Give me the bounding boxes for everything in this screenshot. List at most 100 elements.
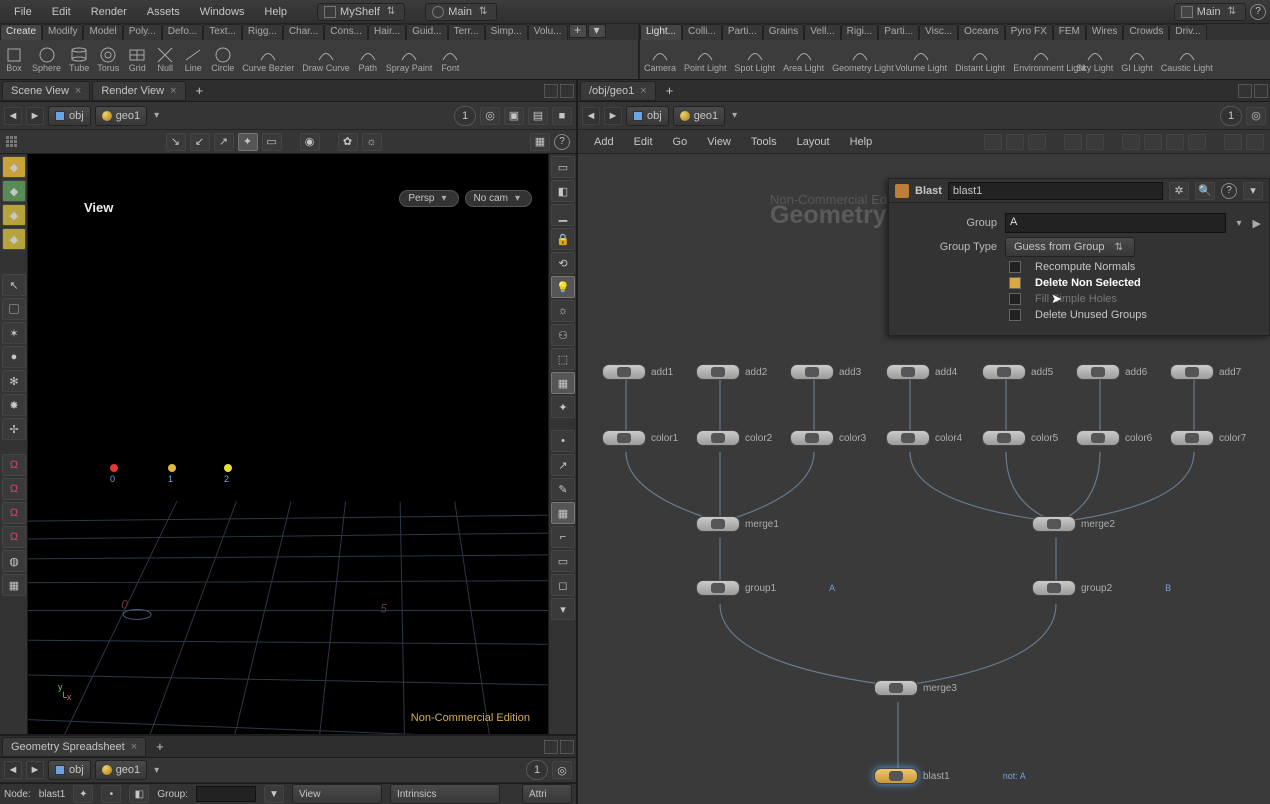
nav-forward-button[interactable]: ►: [26, 761, 44, 779]
muscle-tool[interactable]: ✻: [2, 370, 26, 392]
node-merge3[interactable]: merge3: [874, 680, 957, 696]
disp-hidden-button[interactable]: ◧: [551, 180, 575, 202]
tool-line[interactable]: Line: [179, 43, 207, 75]
link-icon[interactable]: ◎: [480, 107, 500, 125]
tool-spray-paint[interactable]: Spray Paint: [382, 43, 437, 75]
node-add4[interactable]: add4: [886, 364, 957, 380]
tool-curve-bezier[interactable]: Curve Bezier: [238, 43, 298, 75]
viewport-point-0[interactable]: [110, 464, 118, 472]
node-color1[interactable]: color1: [602, 430, 678, 446]
shelf-tab-cons[interactable]: Cons...: [324, 24, 368, 40]
nav-forward-button[interactable]: ►: [604, 107, 622, 125]
shelf-menu-button[interactable]: ▾: [588, 24, 606, 38]
select-object-tool[interactable]: ◆: [2, 156, 26, 178]
netmenu-go[interactable]: Go: [663, 133, 698, 151]
status-ico3[interactable]: ◧: [129, 785, 149, 803]
disp-cam-button[interactable]: ⌐: [551, 526, 575, 548]
menu-assets[interactable]: Assets: [137, 3, 190, 21]
tool-draw-curve[interactable]: Draw Curve: [298, 43, 354, 75]
shelf-add-button[interactable]: +: [569, 24, 587, 38]
shelf-tab-modify[interactable]: Modify: [42, 24, 83, 40]
tree-icon[interactable]: [1006, 134, 1024, 150]
checkbox-delete-non-selected[interactable]: [1009, 277, 1021, 289]
menu-icon[interactable]: ▾: [1243, 182, 1263, 200]
network-view[interactable]: Non-Commercial Edition Geometry add1a: [578, 154, 1270, 804]
gear-icon[interactable]: ✲: [1169, 182, 1189, 200]
shelf-tab-pyrofx[interactable]: Pyro FX: [1005, 24, 1053, 40]
add-tab-button[interactable]: +: [658, 80, 682, 101]
shelf-tab-driv[interactable]: Driv...: [1169, 24, 1206, 40]
disp-opts-button[interactable]: ▾: [551, 598, 575, 620]
intrinsics-dropdown[interactable]: Intrinsics: [390, 784, 500, 804]
note-icon[interactable]: [1144, 134, 1162, 150]
netmenu-edit[interactable]: Edit: [624, 133, 663, 151]
shelf-tab-volu[interactable]: Volu...: [528, 24, 568, 40]
param-grouptype-select[interactable]: Guess from Group ⇅: [1005, 237, 1135, 257]
play-icon[interactable]: ▶: [1253, 217, 1261, 230]
checkbox-fill-simple-holes[interactable]: [1009, 293, 1021, 305]
lock-tool[interactable]: [2, 298, 26, 320]
snap-grid-button[interactable]: ↙: [190, 133, 210, 151]
link-icon[interactable]: ◎: [552, 761, 572, 779]
path-chip-node[interactable]: geo1: [95, 760, 147, 780]
disp-tangent-button[interactable]: ✎: [551, 478, 575, 500]
magnet-z-tool[interactable]: Ω: [2, 502, 26, 524]
snap-multi-button[interactable]: ✦: [238, 133, 258, 151]
burst-tool[interactable]: ✸: [2, 394, 26, 416]
disp-lock-button[interactable]: 🔒: [551, 228, 575, 250]
disp-link-button[interactable]: ⟲: [551, 252, 575, 274]
checkbox-recompute-normals[interactable]: [1009, 261, 1021, 273]
node-color2[interactable]: color2: [696, 430, 772, 446]
grip-handle[interactable]: [6, 136, 17, 147]
pin-toggle[interactable]: 1: [526, 760, 548, 780]
stack-icon[interactable]: [1188, 134, 1206, 150]
attri-dropdown[interactable]: Attri: [522, 784, 572, 804]
tool-camera[interactable]: Camera: [640, 43, 680, 75]
path-chip-node[interactable]: geo1: [673, 106, 725, 126]
view-mode-button[interactable]: ▭: [262, 133, 282, 151]
disp-vis-button[interactable]: ✦: [551, 396, 575, 418]
node-group1[interactable]: group1A: [696, 580, 835, 596]
tool-spot-light[interactable]: Spot Light: [731, 43, 780, 75]
render-settings-button[interactable]: ☼: [362, 133, 382, 151]
close-icon[interactable]: ×: [640, 85, 646, 97]
tool-sphere[interactable]: Sphere: [28, 43, 65, 75]
close-icon[interactable]: ×: [131, 741, 137, 753]
menu-edit[interactable]: Edit: [42, 3, 81, 21]
grid-large-icon[interactable]: [1086, 134, 1104, 150]
sticky-icon[interactable]: [1122, 134, 1140, 150]
chevron-down-icon[interactable]: ▾: [151, 110, 162, 121]
shelf-tab-colli[interactable]: Colli...: [682, 24, 722, 40]
node-color7[interactable]: color7: [1170, 430, 1246, 446]
shelf-tab-defo[interactable]: Defo...: [162, 24, 203, 40]
tool-environment-light[interactable]: Environment Light: [1009, 43, 1072, 75]
shelf-tab-hair[interactable]: Hair...: [368, 24, 406, 40]
disp-headlight-button[interactable]: ☼: [551, 300, 575, 322]
shelf-tab-create[interactable]: Create: [0, 24, 42, 40]
status-ico1[interactable]: ✦: [73, 785, 93, 803]
tool-caustic-light[interactable]: Caustic Light: [1157, 43, 1217, 75]
disp-points-button[interactable]: •: [551, 430, 575, 452]
path-chip-node[interactable]: geo1: [95, 106, 147, 126]
shelf-tab-grains[interactable]: Grains: [763, 24, 804, 40]
pin-toggle[interactable]: 1: [454, 106, 476, 126]
pane-menu-button[interactable]: [560, 740, 574, 754]
close-icon[interactable]: ×: [75, 85, 81, 97]
menu-help[interactable]: Help: [254, 3, 297, 21]
disp-norm-button[interactable]: ↗: [551, 454, 575, 476]
netmenu-tools[interactable]: Tools: [741, 133, 787, 151]
shelf-tab-parti[interactable]: Parti...: [878, 24, 919, 40]
arrow-tool[interactable]: ↖: [2, 274, 26, 296]
snap-curve-button[interactable]: ↗: [214, 133, 234, 151]
scatter-tool[interactable]: ●: [2, 346, 26, 368]
add-tab-button[interactable]: +: [148, 736, 172, 757]
netmenu-add[interactable]: Add: [584, 133, 624, 151]
path-chip-obj[interactable]: obj: [626, 106, 669, 126]
link-icon[interactable]: ◎: [1246, 107, 1266, 125]
search-icon[interactable]: [1224, 134, 1242, 150]
nav-forward-button[interactable]: ►: [26, 107, 44, 125]
netmenu-layout[interactable]: Layout: [787, 133, 840, 151]
help-icon[interactable]: ?: [1250, 4, 1266, 20]
desktop-selector-main[interactable]: Main ⇅: [425, 3, 497, 21]
disp-ghosted-button[interactable]: ▦: [551, 372, 575, 394]
